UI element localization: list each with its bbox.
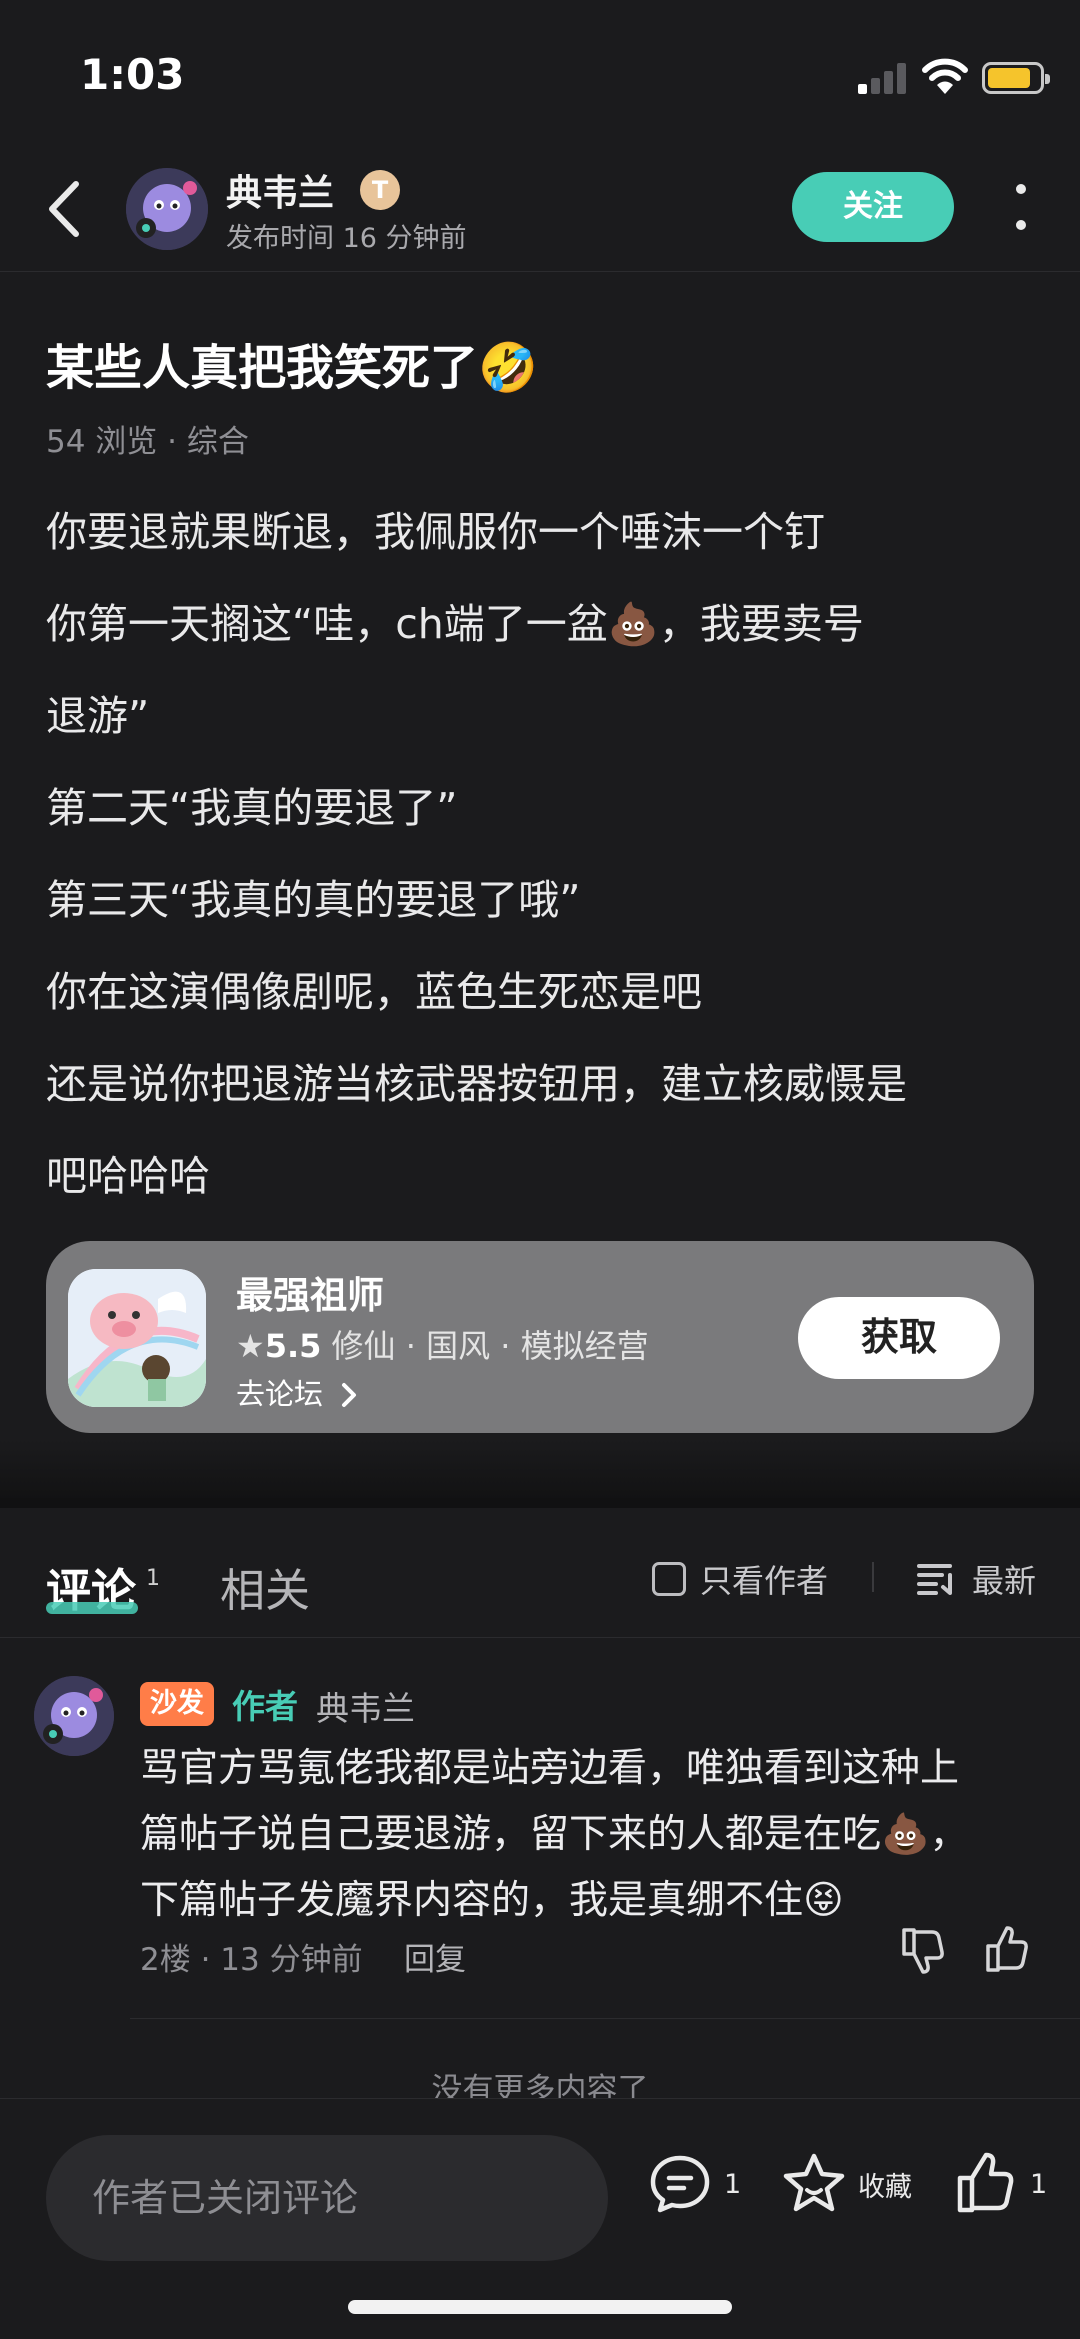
post-line: 吧哈哈哈 xyxy=(46,1152,210,1200)
author-only-toggle[interactable]: 只看作者 xyxy=(652,1556,828,1602)
post-body: 你要退就果断退，我佩服你一个唾沫一个钉 你第一天搁这“哇，ch端了一盆💩，我要卖… xyxy=(46,486,1046,1222)
comment-line: 骂官方骂氪佬我都是站旁边看，唯独看到这种上 xyxy=(140,1746,960,1791)
signal-icon xyxy=(858,62,906,94)
battery-icon xyxy=(982,62,1050,94)
author-only-label: 只看作者 xyxy=(700,1562,829,1600)
chevron-right-icon xyxy=(342,1383,357,1407)
follow-button[interactable]: 关注 xyxy=(792,172,954,242)
like-count: 1 xyxy=(1030,2168,1048,2200)
tab-active-indicator xyxy=(46,1602,138,1614)
checkbox-icon[interactable] xyxy=(652,1562,686,1596)
thumbs-up-icon xyxy=(957,2152,1014,2213)
get-game-button[interactable]: 获取 xyxy=(798,1297,1000,1379)
back-arrow-icon[interactable] xyxy=(40,176,90,242)
section-fade xyxy=(0,1440,1080,1500)
game-genres: 修仙 · 国风 · 模拟经营 xyxy=(321,1327,649,1365)
comment-count: 1 xyxy=(724,2168,742,2200)
thumbs-up-icon[interactable] xyxy=(980,1924,1032,1976)
sort-lines-icon xyxy=(917,1564,952,1595)
comment-input[interactable]: 作者已关闭评论 xyxy=(46,2135,608,2261)
post-line: 你要退就果断退，我佩服你一个唾沫一个钉 xyxy=(46,508,825,556)
sort-label: 最新 xyxy=(972,1562,1037,1600)
wifi-icon xyxy=(922,58,968,94)
star-icon: ★ xyxy=(236,1327,265,1365)
favorite-label: 收藏 xyxy=(858,2171,912,2203)
comment-text: 骂官方骂氪佬我都是站旁边看，唯独看到这种上 篇帖子说自己要退游，留下来的人都是在… xyxy=(140,1736,1040,1934)
game-name: 最强祖师 xyxy=(236,1274,384,1317)
comment-button[interactable]: 1 xyxy=(646,2149,741,2219)
post-meta: 54 浏览 · 综合 xyxy=(46,424,249,460)
more-dots-icon[interactable] xyxy=(1000,178,1040,240)
author-level-badge: T xyxy=(360,170,400,210)
game-rating: 5.5 xyxy=(264,1327,322,1365)
post-header: 典韦兰 T 发布时间 16 分钟前 关注 xyxy=(0,150,1080,272)
post-line: 第三天“我真的真的要退了哦” xyxy=(46,876,581,924)
comment-item: 沙发 作者 典韦兰 骂官方骂氪佬我都是站旁边看，唯独看到这种上 篇帖子说自己要退… xyxy=(0,1640,1080,2020)
status-time: 1:03 xyxy=(80,50,185,99)
status-bar: 1:03 xyxy=(0,0,1080,150)
post-title: 某些人真把我笑死了🤣 xyxy=(46,340,538,396)
like-button[interactable]: 1 xyxy=(952,2149,1047,2219)
section-divider xyxy=(0,1498,1080,1508)
author-avatar[interactable] xyxy=(126,168,208,250)
post-line: 第二天“我真的要退了” xyxy=(46,784,458,832)
game-icon xyxy=(68,1269,206,1407)
forum-link-label: 去论坛 xyxy=(236,1377,324,1411)
post-line: 你第一天搁这“哇，ch端了一盆💩，我要卖号 xyxy=(46,600,864,648)
sort-button[interactable]: 最新 xyxy=(916,1556,1036,1602)
filter-separator xyxy=(872,1562,874,1592)
post-line: 退游” xyxy=(46,692,150,740)
post-line: 你在这演偶像剧呢，蓝色生死恋是吧 xyxy=(46,968,702,1016)
commenter-name[interactable]: 典韦兰 xyxy=(316,1682,415,1730)
comment-meta: 2楼 · 13 分钟前 xyxy=(140,1942,363,1978)
comment-line: 篇帖子说自己要退游，留下来的人都是在吃💩， xyxy=(140,1812,969,1857)
post-line: 还是说你把退游当核武器按钮用，建立核威慑是 xyxy=(46,1060,907,1108)
commenter-avatar[interactable] xyxy=(34,1676,114,1756)
home-indicator xyxy=(348,2300,732,2314)
comment-tabs: 评论 1 相关 只看作者 最新 xyxy=(0,1508,1080,1638)
tab-comments-count: 1 xyxy=(146,1566,160,1591)
author-name[interactable]: 典韦兰 xyxy=(226,164,334,216)
comment-bubble-icon xyxy=(650,2155,710,2213)
star-icon xyxy=(783,2153,845,2212)
go-to-forum-link[interactable]: 去论坛 xyxy=(236,1371,360,1413)
reply-button[interactable]: 回复 xyxy=(404,1934,466,1979)
post-time: 发布时间 16 分钟前 xyxy=(226,223,467,254)
game-card[interactable]: 最强祖师 ★5.5 修仙 · 国风 · 模拟经营 去论坛 获取 xyxy=(46,1241,1034,1433)
thumbs-down-icon[interactable] xyxy=(896,1924,948,1976)
sofa-badge: 沙发 xyxy=(140,1682,214,1726)
favorite-button[interactable]: 收藏 xyxy=(780,2149,912,2219)
author-tag: 作者 xyxy=(232,1687,298,1726)
tab-related[interactable]: 相关 xyxy=(220,1554,310,1619)
comment-divider xyxy=(130,2018,1080,2019)
game-tags: ★5.5 修仙 · 国风 · 模拟经营 xyxy=(236,1321,649,1367)
